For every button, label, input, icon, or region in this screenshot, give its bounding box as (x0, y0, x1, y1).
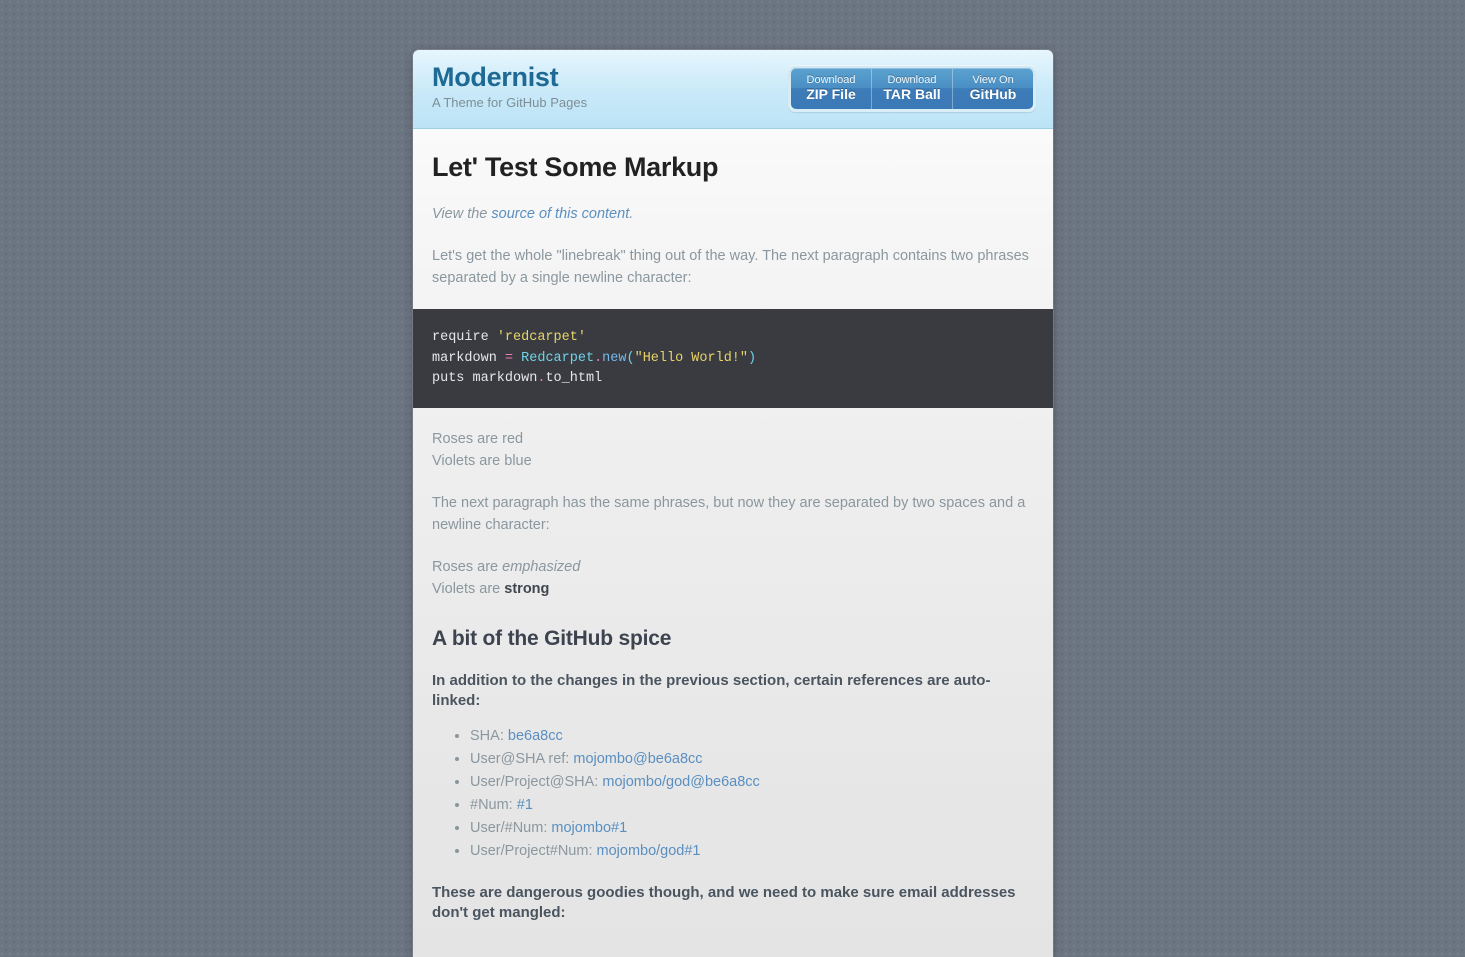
code-content: require 'redcarpet' markdown = Redcarpet… (432, 330, 756, 386)
list-item: User@SHA ref: mojombo@be6a8cc (470, 748, 1034, 771)
source-line: View the source of this content. (432, 183, 1034, 225)
view-on-github-button-bottom: GitHub (969, 86, 1017, 102)
content-bottom-section: Roses are red Violets are blue The next p… (413, 408, 1053, 957)
site-container: Modernist A Theme for GitHub Pages Downl… (413, 50, 1053, 957)
code-token: "Hello World!" (634, 350, 749, 366)
list-item-label: #Num: (470, 796, 517, 813)
download-zip-button-top: Download (806, 74, 856, 86)
code-token: new (602, 350, 627, 366)
intro-paragraph: Let's get the whole "linebreak" thing ou… (432, 248, 1029, 287)
poem-two-emphasized: emphasized (502, 558, 581, 575)
site-header: Modernist A Theme for GitHub Pages Downl… (413, 50, 1053, 129)
list-item-link[interactable]: be6a8cc (508, 728, 563, 744)
list-item-link[interactable]: #1 (517, 797, 533, 813)
list-item-label: User/Project@SHA: (470, 773, 603, 790)
code-token: ) (748, 350, 757, 366)
source-link[interactable]: source of this content (491, 206, 629, 222)
source-line-suffix: . (629, 206, 634, 223)
spice-intro-paragraph: In addition to the changes in the previo… (432, 671, 991, 709)
view-on-github-button-top: View On (972, 74, 1014, 86)
code-token: 'redcarpet' (496, 330, 586, 346)
code-token: require (432, 330, 497, 346)
two-spaces-paragraph: The next paragraph has the same phrases,… (432, 494, 1026, 533)
site-title: Modernist (432, 62, 559, 92)
page-title: Let' Test Some Markup (432, 152, 719, 182)
poem-two-line-a-prefix: Roses are (432, 558, 503, 575)
site-tagline: A Theme for GitHub Pages (432, 95, 588, 110)
content-top-section: Let' Test Some Markup View the source of… (413, 129, 1053, 289)
list-item-link[interactable]: mojombo#1 (551, 820, 627, 836)
list-item-label: User/#Num: (470, 819, 552, 836)
list-item-label: User/Project#Num: (470, 842, 597, 859)
code-token: = (504, 350, 514, 366)
list-item: SHA: be6a8cc (470, 725, 1034, 748)
list-item-label: SHA: (470, 727, 508, 744)
danger-paragraph: These are dangerous goodies though, and … (432, 883, 1016, 921)
source-line-prefix: View the (432, 206, 492, 223)
poem-two: Roses are emphasized Violets are strong (432, 536, 1034, 600)
header-button-group: Download ZIP File Download TAR Ball View… (788, 65, 1036, 112)
download-tar-button[interactable]: Download TAR Ball (872, 68, 953, 109)
spice-heading: A bit of the GitHub spice (432, 626, 672, 650)
main-content: Let' Test Some Markup View the source of… (413, 129, 1053, 957)
list-item: User/Project@SHA: mojombo/god@be6a8cc (470, 771, 1034, 794)
code-token: . (594, 350, 603, 366)
poem-two-strong: strong (504, 580, 550, 597)
list-item-link[interactable]: mojombo/god#1 (597, 843, 701, 859)
code-block: require 'redcarpet' markdown = Redcarpet… (413, 309, 1053, 408)
code-token: markdown (432, 350, 505, 366)
download-tar-button-bottom: TAR Ball (883, 86, 941, 102)
poem-one-line-b: Violets are blue (432, 452, 532, 469)
list-item-link[interactable]: mojombo/god@be6a8cc (602, 774, 759, 790)
poem-one: Roses are red Violets are blue (432, 408, 1034, 472)
code-token: puts markdown (432, 371, 538, 387)
code-token: to_html (545, 371, 603, 387)
poem-one-line-a: Roses are red (432, 430, 524, 447)
list-item: #Num: #1 (470, 794, 1034, 817)
header-inner: Modernist A Theme for GitHub Pages Downl… (413, 50, 1053, 128)
list-item: User/#Num: mojombo#1 (470, 817, 1034, 840)
view-on-github-button[interactable]: View On GitHub (953, 68, 1033, 109)
download-zip-button[interactable]: Download ZIP File (791, 68, 872, 109)
list-item-link[interactable]: mojombo@be6a8cc (573, 751, 702, 767)
code-token: ( (626, 350, 635, 366)
code-token: Redcarpet (521, 350, 595, 366)
list-item: User/Project#Num: mojombo/god#1 (470, 840, 1034, 863)
download-zip-button-bottom: ZIP File (806, 86, 856, 102)
list-item-label: User@SHA ref: (470, 750, 574, 767)
autolink-list: SHA: be6a8ccUser@SHA ref: mojombo@be6a8c… (432, 711, 1034, 863)
poem-two-line-b-prefix: Violets are (432, 580, 505, 597)
download-tar-button-top: Download (887, 74, 937, 86)
